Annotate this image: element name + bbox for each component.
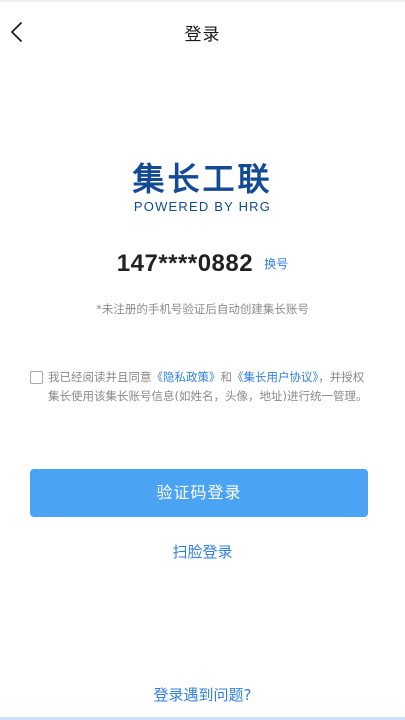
- brand-logo: 集长工联 POWERED BY HRG: [0, 160, 405, 214]
- agreement-and: 和: [220, 370, 233, 384]
- login-trouble-link[interactable]: 登录遇到问题?: [0, 684, 405, 705]
- masked-phone-number: 147****0882: [116, 250, 254, 277]
- privacy-policy-link[interactable]: 《隐私政策》: [152, 370, 221, 384]
- brand-tagline: POWERED BY HRG: [133, 199, 272, 214]
- agreement-checkbox[interactable]: [30, 371, 43, 384]
- face-login-link[interactable]: 扫脸登录: [0, 541, 405, 562]
- top-divider: [0, 0, 405, 2]
- agreement-text: 我已经阅读并且同意《隐私政策》和《集长用户协议》，并授权集长使用该集长账号信息(…: [48, 368, 375, 406]
- nav-bar: 登录: [0, 14, 405, 50]
- phone-row: 147****0882 换号: [0, 250, 405, 278]
- brand-name: 集长工联: [132, 160, 273, 198]
- registration-hint: *未注册的手机号验证后自动创建集长账号: [96, 302, 309, 316]
- user-agreement-link[interactable]: 《集长用户协议》: [232, 370, 318, 384]
- agreement-section: 我已经阅读并且同意《隐私政策》和《集长用户协议》，并授权集长使用该集长账号信息(…: [30, 368, 375, 406]
- agreement-prefix: 我已经阅读并且同意: [48, 370, 152, 384]
- change-number-link[interactable]: 换号: [264, 257, 288, 271]
- page-title: 登录: [184, 25, 221, 45]
- sms-login-button[interactable]: 验证码登录: [30, 469, 368, 517]
